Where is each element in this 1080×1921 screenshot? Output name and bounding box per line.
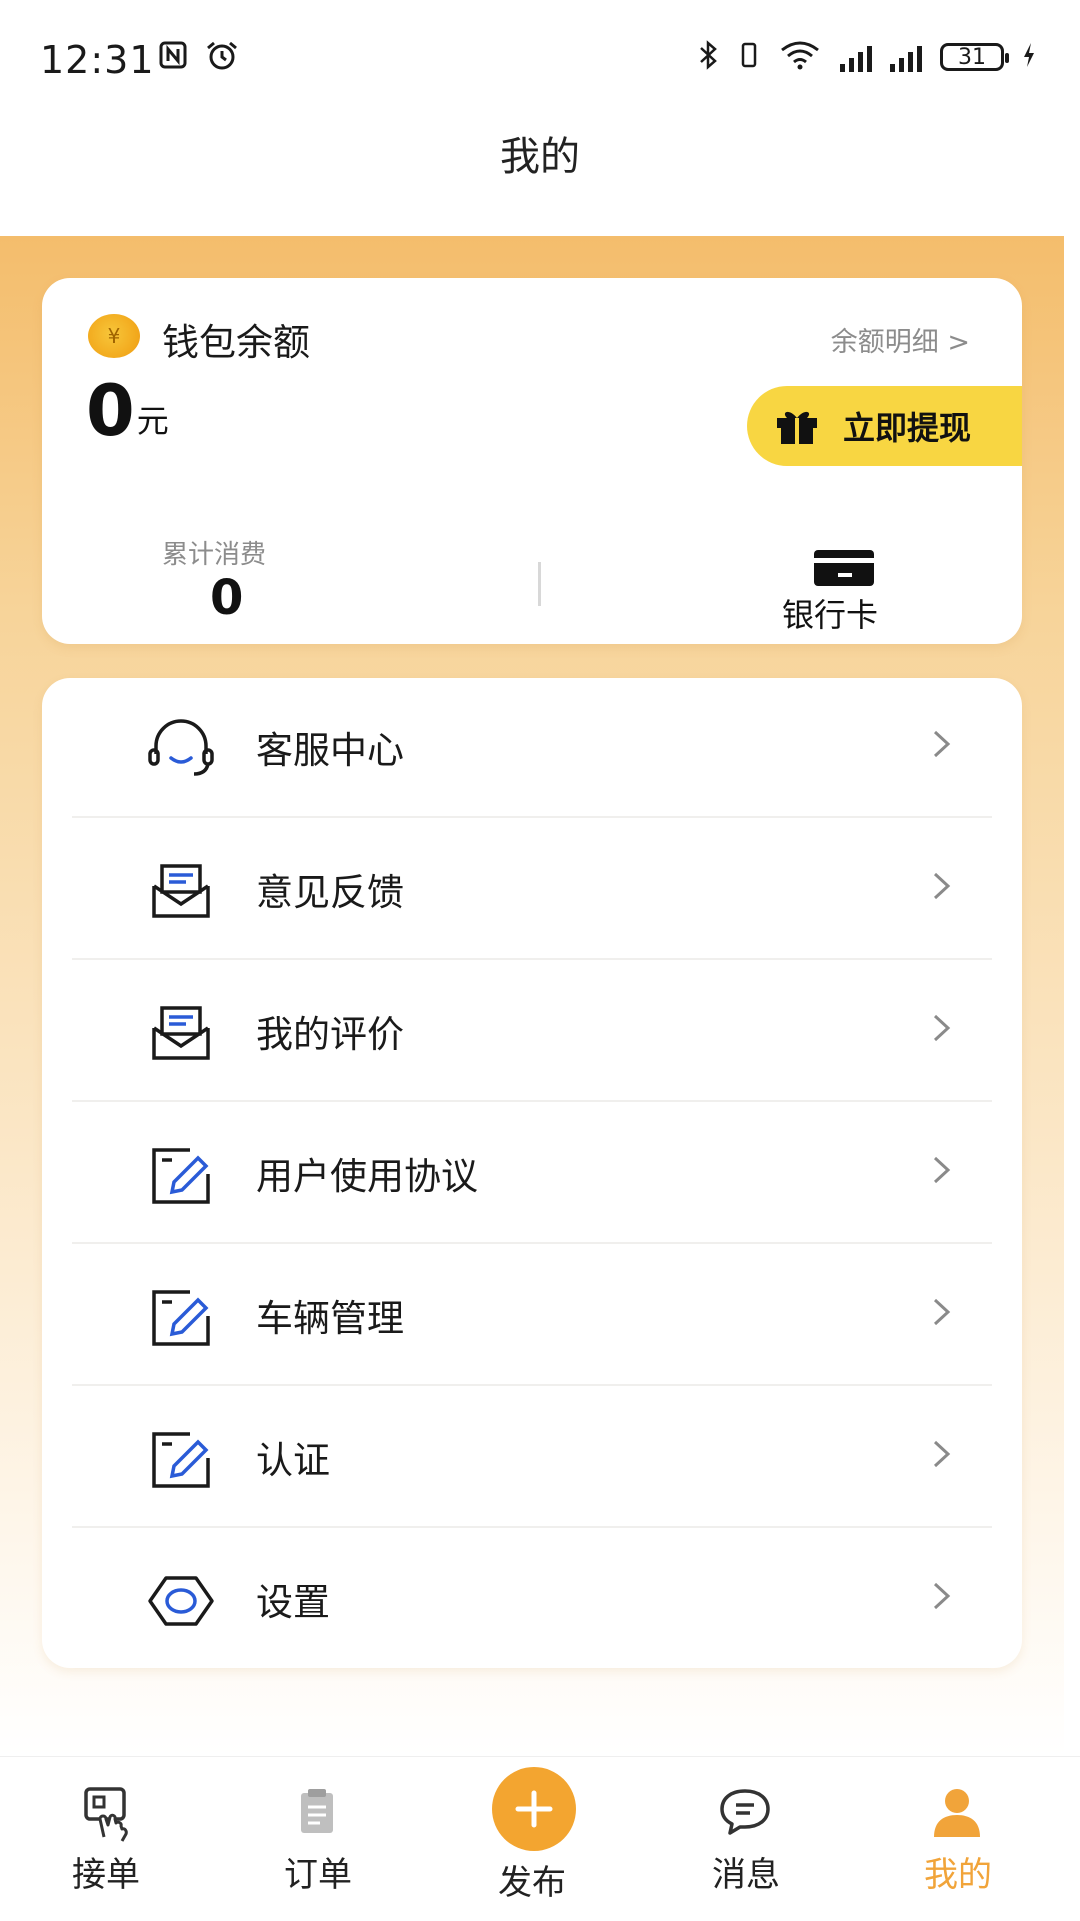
nav-tab-accept-orders[interactable]: 接单 [6, 1757, 206, 1921]
review-mail-icon [146, 1002, 216, 1064]
vibrate-icon [738, 40, 760, 74]
chevron-right-icon [932, 1434, 952, 1474]
bank-card-icon[interactable] [812, 548, 876, 588]
menu-item-certification[interactable]: 认证 [72, 1388, 992, 1528]
balance-amount: 0 [86, 370, 135, 452]
menu-item-label: 用户使用协议 [256, 1155, 478, 1198]
nav-tab-messages[interactable]: 消息 [646, 1757, 846, 1921]
menu-item-label: 设置 [256, 1581, 330, 1624]
nav-label: 接单 [72, 1855, 140, 1895]
feedback-mail-icon [146, 860, 216, 922]
coin-icon: ¥ [88, 314, 140, 358]
wallet-card: ¥ 钱包余额 余额明细 > 0 元 立即提现 累计消费 0 银行卡 [42, 278, 1022, 644]
menu-divider [72, 958, 992, 960]
edit-doc-icon [146, 1144, 216, 1206]
menu-item-label: 认证 [256, 1439, 330, 1482]
chevron-right-icon [932, 866, 952, 906]
menu-item-label: 意见反馈 [256, 871, 404, 914]
chat-bubble-icon [710, 1783, 780, 1843]
charging-icon [1022, 41, 1036, 73]
alarm-icon [204, 40, 240, 80]
battery-icon: 31 [940, 43, 1009, 71]
menu-divider [72, 1384, 992, 1386]
signal-icon [840, 42, 872, 72]
balance-detail-link[interactable]: 余额明细 > [831, 320, 970, 359]
menu-item-user-agreement[interactable]: 用户使用协议 [72, 1104, 992, 1244]
edit-doc-icon [146, 1286, 216, 1348]
menu-item-settings[interactable]: 设置 [72, 1530, 992, 1668]
menu-card: 客服中心 意见反馈 我的评价 用户使用协议 车辆管理 认证 设置 [42, 678, 1022, 1668]
bank-card-label[interactable]: 银行卡 [782, 590, 878, 636]
page-title: 我的 [500, 134, 580, 180]
edit-doc-icon [146, 1428, 216, 1490]
nfc-icon [158, 40, 188, 78]
gift-icon [773, 406, 821, 446]
nav-label: 我的 [924, 1855, 992, 1895]
bluetooth-icon [698, 40, 720, 74]
wallet-title: 钱包余额 [162, 321, 310, 364]
menu-item-vehicle-management[interactable]: 车辆管理 [72, 1246, 992, 1386]
menu-item-my-reviews[interactable]: 我的评价 [72, 962, 992, 1102]
tap-order-icon [70, 1783, 140, 1843]
menu-divider [72, 1100, 992, 1102]
plus-circle-icon [492, 1767, 576, 1851]
balance-unit: 元 [136, 402, 169, 440]
menu-divider [72, 1242, 992, 1244]
withdraw-button[interactable]: 立即提现 [747, 386, 1022, 466]
menu-item-feedback[interactable]: 意见反馈 [72, 820, 992, 960]
person-icon [922, 1783, 992, 1843]
wifi-icon [778, 40, 822, 74]
clipboard-icon [282, 1783, 352, 1843]
menu-item-label: 车辆管理 [256, 1297, 404, 1340]
menu-item-label: 我的评价 [256, 1013, 404, 1056]
cumulative-spend-value: 0 [210, 570, 244, 626]
wallet-balance: 0 元 [86, 376, 169, 446]
signal-icon [890, 42, 922, 72]
status-time: 12:31 [40, 38, 155, 82]
nav-label: 发布 [498, 1863, 566, 1903]
nav-tab-publish[interactable]: 发布 [432, 1757, 632, 1921]
menu-divider [72, 1526, 992, 1528]
chevron-right-icon [932, 724, 952, 764]
stat-divider [538, 562, 541, 606]
menu-divider [72, 816, 992, 818]
battery-level: 31 [958, 44, 986, 70]
nav-tab-mine[interactable]: 我的 [858, 1757, 1058, 1921]
menu-item-customer-service[interactable]: 客服中心 [72, 678, 992, 818]
headset-icon [146, 718, 216, 780]
status-icons: 31 [698, 40, 1036, 74]
nav-label: 订单 [284, 1855, 352, 1895]
chevron-right-icon [932, 1008, 952, 1048]
nav-label: 消息 [712, 1855, 780, 1895]
settings-hex-icon [146, 1570, 216, 1632]
withdraw-label: 立即提现 [843, 409, 972, 447]
chevron-right-icon [932, 1576, 952, 1616]
bottom-nav: 接单 订单 发布 消息 我的 [0, 1756, 1080, 1921]
cumulative-spend-label: 累计消费 [162, 540, 267, 570]
chevron-right-icon [932, 1292, 952, 1332]
menu-item-label: 客服中心 [256, 729, 404, 772]
status-bar: 12:31 31 [0, 0, 1080, 120]
chevron-right-icon [932, 1150, 952, 1190]
nav-tab-orders[interactable]: 订单 [218, 1757, 418, 1921]
